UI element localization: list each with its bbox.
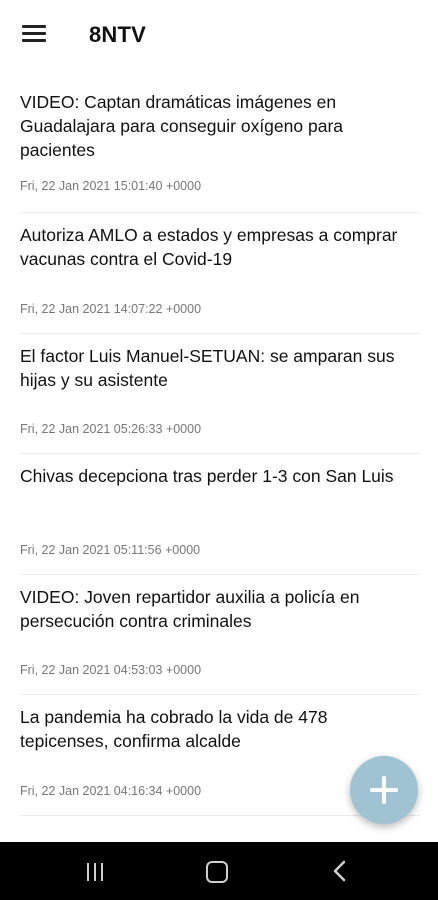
article-title: El factor Luis Manuel-SETUAN: se amparan… <box>20 345 395 390</box>
article-date: Fri, 22 Jan 2021 14:07:22 +0000 <box>20 301 202 316</box>
article-title: La pandemia ha cobrado la vida de 478 te… <box>20 707 328 751</box>
home-icon[interactable] <box>206 861 228 883</box>
app-title: 8NTV <box>89 22 147 47</box>
article-item[interactable]: El factor Luis Manuel-SETUAN: se amparan… <box>0 334 438 455</box>
article-list[interactable]: VIDEO: Captan dramáticas imágenes en Gua… <box>0 80 438 842</box>
article-item[interactable]: Autoriza AMLO a estados y empresas a com… <box>0 213 438 334</box>
add-fab-button[interactable] <box>350 756 418 824</box>
hamburger-menu-icon[interactable] <box>22 25 46 43</box>
article-date: Fri, 22 Jan 2021 05:26:33 +0000 <box>20 422 202 436</box>
article-title: Autoriza AMLO a estados y empresas a com… <box>20 225 398 269</box>
article-item[interactable]: VIDEO: Joven repartidor auxilia a policí… <box>0 575 438 696</box>
article-title: Chivas decepciona tras perder 1-3 con Sa… <box>20 466 394 486</box>
article-title: VIDEO: Captan dramáticas imágenes en Gua… <box>20 92 343 160</box>
system-nav-bar <box>0 842 438 900</box>
article-date: Fri, 22 Jan 2021 04:16:34 +0000 <box>20 783 202 798</box>
article-date: Fri, 22 Jan 2021 04:53:03 +0000 <box>20 663 202 677</box>
article-title: VIDEO: Joven repartidor auxilia a policí… <box>20 586 360 631</box>
app-bar: 8NTV <box>0 0 438 70</box>
article-item[interactable]: Chivas decepciona tras perder 1-3 con Sa… <box>0 454 438 575</box>
article-date: Fri, 22 Jan 2021 05:11:56 +0000 <box>20 542 201 557</box>
back-icon[interactable] <box>330 860 350 882</box>
recent-apps-icon[interactable] <box>85 863 105 881</box>
article-item[interactable]: VIDEO: Captan dramáticas imágenes en Gua… <box>0 80 438 213</box>
article-date: Fri, 22 Jan 2021 15:01:40 +0000 <box>20 179 202 193</box>
